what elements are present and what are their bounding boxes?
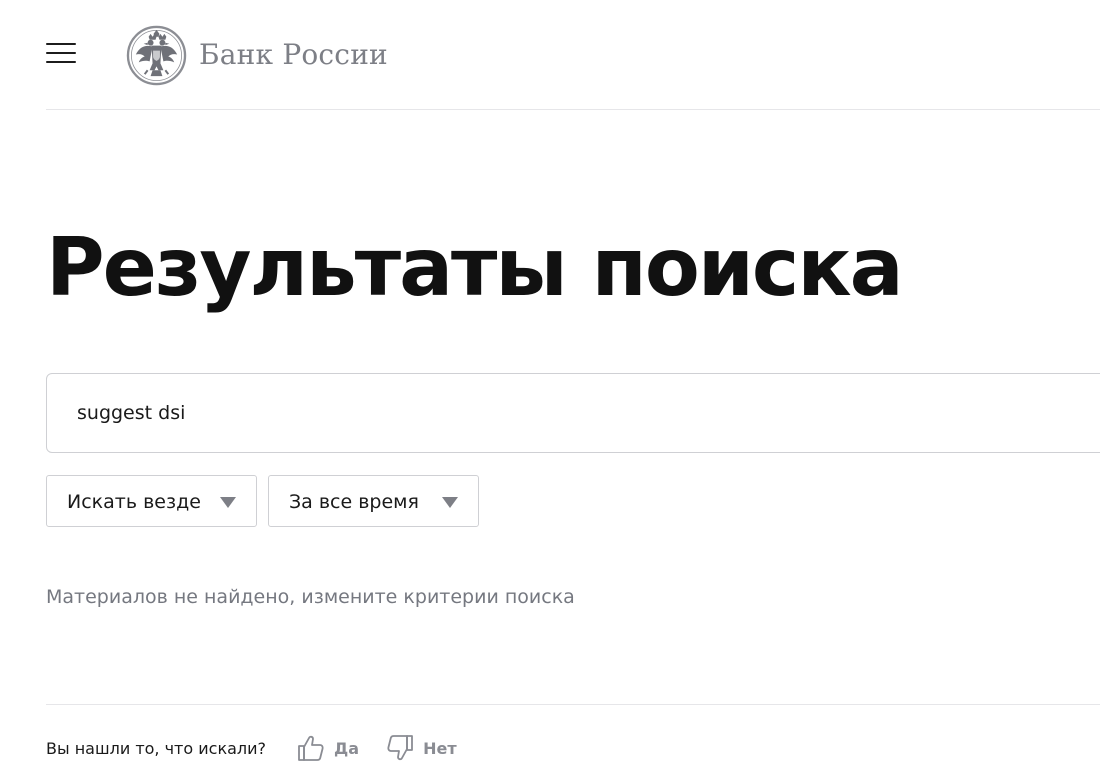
page-title: Результаты поиска xyxy=(46,221,904,314)
search-field[interactable] xyxy=(46,373,1100,453)
menu-bar xyxy=(46,43,76,45)
period-select-value: За все время xyxy=(289,491,419,513)
no-results-message: Материалов не найдено, измените критерии… xyxy=(46,586,575,608)
scope-select[interactable]: Искать везде xyxy=(46,475,257,527)
scope-select-value: Искать везде xyxy=(67,491,201,513)
thumbs-up-icon xyxy=(298,735,324,761)
feedback-yes-button[interactable]: Да xyxy=(296,733,359,763)
caret-down-icon xyxy=(442,497,458,508)
caret-down-icon xyxy=(220,497,236,508)
double-headed-eagle-emblem-icon xyxy=(126,25,187,85)
logo-text: Банк России xyxy=(199,38,388,71)
page: Банк России Результаты поиска Искать вез… xyxy=(0,0,1100,778)
menu-bar xyxy=(46,52,76,54)
logo-link[interactable]: Банк России xyxy=(126,24,388,86)
period-select[interactable]: За все время xyxy=(268,475,479,527)
feedback-divider xyxy=(46,704,1100,705)
feedback-yes-label: Да xyxy=(334,738,360,758)
feedback-question: Вы нашли то, что искали? xyxy=(46,738,267,758)
feedback-panel: Вы нашли то, что искали? Да Нет xyxy=(46,730,457,766)
site-header: Банк России xyxy=(46,0,1100,110)
feedback-no-label: Нет xyxy=(423,738,457,758)
menu-bar xyxy=(46,61,76,63)
thumbs-down-icon xyxy=(387,735,413,761)
search-input[interactable] xyxy=(77,374,1077,452)
feedback-no-button[interactable]: Нет xyxy=(385,733,457,763)
hamburger-menu-icon[interactable] xyxy=(46,43,76,65)
